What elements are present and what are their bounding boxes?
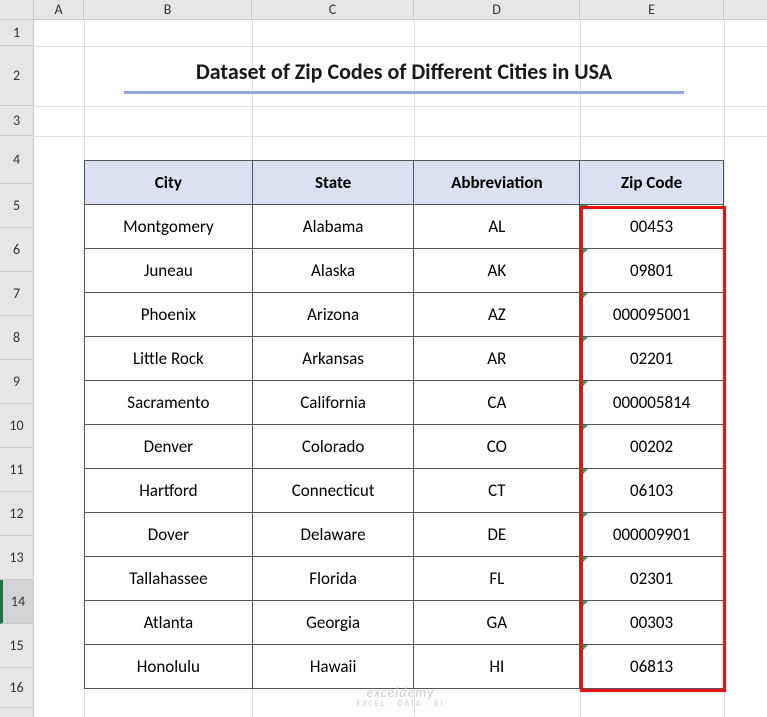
row-header-13[interactable]: 13: [0, 536, 33, 580]
watermark-sub: EXCEL · DATA · BI: [357, 700, 445, 709]
row-header-4[interactable]: 4: [0, 136, 33, 184]
cell-state[interactable]: Hawaii: [252, 645, 414, 689]
header-city[interactable]: City: [85, 161, 253, 205]
cell-state[interactable]: Arkansas: [252, 337, 414, 381]
row-header-12[interactable]: 12: [0, 492, 33, 536]
row-header-15[interactable]: 15: [0, 624, 33, 668]
table-row: HartfordConnecticutCT06103: [85, 469, 724, 513]
col-header-D[interactable]: D: [414, 0, 580, 19]
watermark-main: exceldemy: [357, 685, 445, 700]
row-header-9[interactable]: 9: [0, 360, 33, 404]
row-headers: 1 2 3 4 5 6 7 8 9 10 11 12 13 14 15 16: [0, 20, 34, 717]
column-headers: A B C D E: [34, 0, 767, 20]
col-header-A[interactable]: A: [34, 0, 84, 19]
table-row: JuneauAlaskaAK09801: [85, 249, 724, 293]
header-zip[interactable]: Zip Code: [580, 161, 724, 205]
cell-abbr[interactable]: CT: [414, 469, 580, 513]
row-header-3[interactable]: 3: [0, 106, 33, 136]
cell-state[interactable]: Colorado: [252, 425, 414, 469]
col-header-C[interactable]: C: [252, 0, 414, 19]
col-header-B[interactable]: B: [84, 0, 252, 19]
title-underline: [124, 91, 684, 94]
table-row: AtlantaGeorgiaGA00303: [85, 601, 724, 645]
row-header-14[interactable]: 14: [0, 580, 33, 624]
cell-abbr[interactable]: CO: [414, 425, 580, 469]
row-header-11[interactable]: 11: [0, 448, 33, 492]
cell-zip[interactable]: 00303: [580, 601, 724, 645]
cell-state[interactable]: California: [252, 381, 414, 425]
cell-zip[interactable]: 06103: [580, 469, 724, 513]
table-row: SacramentoCaliforniaCA000005814: [85, 381, 724, 425]
cell-zip[interactable]: 06813: [580, 645, 724, 689]
data-table: City State Abbreviation Zip Code Montgom…: [84, 160, 724, 689]
cell-zip[interactable]: 00202: [580, 425, 724, 469]
cell-city[interactable]: Montgomery: [85, 205, 253, 249]
cell-state[interactable]: Arizona: [252, 293, 414, 337]
cell-city[interactable]: Phoenix: [85, 293, 253, 337]
watermark: exceldemy EXCEL · DATA · BI: [357, 685, 445, 709]
cell-state[interactable]: Connecticut: [252, 469, 414, 513]
row-header-7[interactable]: 7: [0, 272, 33, 316]
table-row: DenverColoradoCO00202: [85, 425, 724, 469]
cell-state[interactable]: Florida: [252, 557, 414, 601]
title-cell[interactable]: Dataset of Zip Codes of Different Cities…: [84, 46, 724, 106]
cell-state[interactable]: Alabama: [252, 205, 414, 249]
cell-state[interactable]: Georgia: [252, 601, 414, 645]
table-row: Little RockArkansasAR02201: [85, 337, 724, 381]
cell-abbr[interactable]: AK: [414, 249, 580, 293]
table-row: TallahasseeFloridaFL02301: [85, 557, 724, 601]
table-row: HonoluluHawaiiHI06813: [85, 645, 724, 689]
table-row: PhoenixArizonaAZ000095001: [85, 293, 724, 337]
cell-city[interactable]: Tallahassee: [85, 557, 253, 601]
cell-state[interactable]: Delaware: [252, 513, 414, 557]
cell-zip[interactable]: 09801: [580, 249, 724, 293]
cell-city[interactable]: Dover: [85, 513, 253, 557]
cell-abbr[interactable]: GA: [414, 601, 580, 645]
cell-abbr[interactable]: HI: [414, 645, 580, 689]
row-header-10[interactable]: 10: [0, 404, 33, 448]
header-abbr[interactable]: Abbreviation: [414, 161, 580, 205]
row-header-2[interactable]: 2: [0, 46, 33, 106]
select-all-corner[interactable]: [0, 0, 34, 20]
cell-city[interactable]: Denver: [85, 425, 253, 469]
cell-abbr[interactable]: CA: [414, 381, 580, 425]
cell-zip[interactable]: 02301: [580, 557, 724, 601]
row-header-8[interactable]: 8: [0, 316, 33, 360]
cell-city[interactable]: Honolulu: [85, 645, 253, 689]
cell-abbr[interactable]: AZ: [414, 293, 580, 337]
page-title: Dataset of Zip Codes of Different Cities…: [196, 58, 612, 85]
cell-abbr[interactable]: AL: [414, 205, 580, 249]
cell-city[interactable]: Juneau: [85, 249, 253, 293]
cell-zip[interactable]: 00453: [580, 205, 724, 249]
cell-abbr[interactable]: DE: [414, 513, 580, 557]
row-header-1[interactable]: 1: [0, 20, 33, 46]
cell-city[interactable]: Sacramento: [85, 381, 253, 425]
row-header-6[interactable]: 6: [0, 228, 33, 272]
cell-zip[interactable]: 02201: [580, 337, 724, 381]
row-header-16[interactable]: 16: [0, 668, 33, 708]
table-header-row: City State Abbreviation Zip Code: [85, 161, 724, 205]
cell-abbr[interactable]: FL: [414, 557, 580, 601]
cell-zip[interactable]: 000005814: [580, 381, 724, 425]
cell-city[interactable]: Hartford: [85, 469, 253, 513]
cell-city[interactable]: Little Rock: [85, 337, 253, 381]
row-header-5[interactable]: 5: [0, 184, 33, 228]
table-row: DoverDelawareDE000009901: [85, 513, 724, 557]
cell-city[interactable]: Atlanta: [85, 601, 253, 645]
worksheet-grid[interactable]: Dataset of Zip Codes of Different Cities…: [34, 20, 767, 717]
table-row: MontgomeryAlabamaAL00453: [85, 205, 724, 249]
cell-zip[interactable]: 000009901: [580, 513, 724, 557]
cell-zip[interactable]: 000095001: [580, 293, 724, 337]
header-state[interactable]: State: [252, 161, 414, 205]
cell-abbr[interactable]: AR: [414, 337, 580, 381]
col-header-E[interactable]: E: [580, 0, 724, 19]
cell-state[interactable]: Alaska: [252, 249, 414, 293]
